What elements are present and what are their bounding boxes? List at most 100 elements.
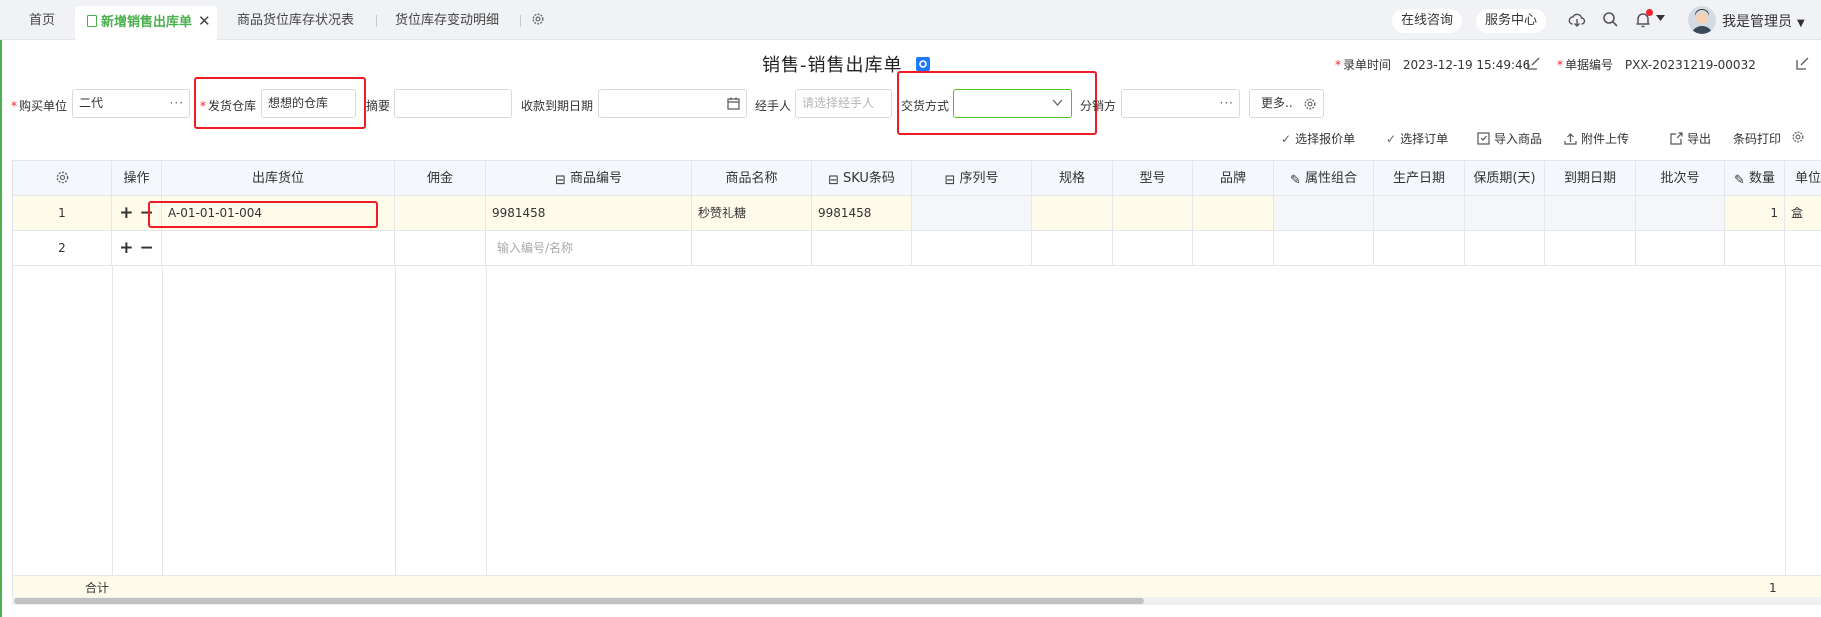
- more-dots-icon[interactable]: ···: [1220, 90, 1234, 117]
- due-date-input[interactable]: [598, 89, 747, 118]
- select-quote-button[interactable]: ✓ 选择报价单: [1281, 130, 1355, 147]
- cloud-download-icon[interactable]: [1568, 11, 1586, 29]
- close-icon[interactable]: ✕: [198, 12, 211, 30]
- goods-table: 操作 出库货位 佣金 ⊟ 商品编号 商品名称 ⊟ SKU条码 ⊟ 序列号 规格 型号 …: [12, 160, 1821, 598]
- serial-cell[interactable]: [912, 196, 1032, 230]
- table-row[interactable]: 2 + − 输入编号/名称: [13, 231, 1821, 266]
- commission-cell[interactable]: [395, 196, 486, 230]
- attr-cell[interactable]: [1274, 196, 1374, 230]
- brand-cell[interactable]: [1193, 231, 1274, 265]
- column-header: ⊟ 商品编号: [486, 161, 692, 196]
- edit-icon[interactable]: [1527, 57, 1540, 70]
- tab-location-stock-status[interactable]: 商品货位库存状况表: [237, 0, 354, 40]
- more-button[interactable]: 更多..: [1249, 89, 1324, 118]
- batch-cell[interactable]: [1636, 196, 1725, 230]
- buyer-label: * 购买单位: [11, 99, 68, 113]
- select-order-button[interactable]: ✓ 选择订单: [1386, 130, 1448, 147]
- sku-cell[interactable]: 9981458: [812, 196, 912, 230]
- edit-icon: ✎: [1290, 173, 1301, 188]
- model-cell[interactable]: [1113, 231, 1193, 265]
- add-row-button[interactable]: +: [119, 203, 133, 223]
- column-header: 规格: [1032, 161, 1113, 196]
- left-accent-bar: [0, 40, 2, 617]
- scan-icon: ⊟: [555, 173, 566, 188]
- username[interactable]: 我是管理员 ▼: [1722, 11, 1805, 31]
- total-qty: 1: [1769, 581, 1777, 595]
- prod-date-cell[interactable]: [1374, 231, 1465, 265]
- column-settings[interactable]: [13, 161, 112, 196]
- batch-cell[interactable]: [1636, 231, 1725, 265]
- horizontal-scrollbar[interactable]: [12, 597, 1821, 605]
- service-center-button[interactable]: 服务中心: [1476, 9, 1547, 33]
- column-header: 品牌: [1193, 161, 1274, 196]
- tab-label: 新增销售出库单: [101, 15, 193, 30]
- avatar[interactable]: [1688, 6, 1716, 34]
- qty-cell[interactable]: [1725, 231, 1785, 265]
- location-cell[interactable]: [162, 231, 395, 265]
- import-goods-button[interactable]: 导入商品: [1477, 130, 1542, 147]
- column-divider: [112, 266, 113, 575]
- column-header: ✎ 属性组合: [1274, 161, 1374, 196]
- online-consult-button[interactable]: 在线咨询: [1392, 9, 1463, 33]
- name-cell[interactable]: [692, 231, 812, 265]
- column-header: 出库货位: [162, 161, 395, 196]
- spec-cell[interactable]: [1032, 231, 1113, 265]
- caret-down-icon[interactable]: [1656, 15, 1665, 22]
- calendar-icon[interactable]: [727, 97, 740, 110]
- due-date-label: 收款到期日期: [521, 99, 594, 113]
- scrollbar-thumb[interactable]: [14, 598, 1144, 604]
- highlight-box-delivery: [897, 71, 1097, 135]
- top-tab-bar: 首页 新增销售出库单 ✕ 商品货位库存状况表 货位库存变动明细 在线咨询 服务中心…: [0, 0, 1821, 40]
- model-cell[interactable]: [1113, 196, 1193, 230]
- tab-location-stock-changes[interactable]: 货位库存变动明细: [395, 0, 499, 40]
- handler-label: 经手人: [755, 99, 792, 113]
- barcode-print-button[interactable]: 条码打印: [1733, 130, 1781, 147]
- row-number: 2: [13, 231, 112, 265]
- qty-cell[interactable]: 1: [1725, 196, 1785, 230]
- unit-cell[interactable]: 盒: [1785, 196, 1821, 230]
- expiry-cell[interactable]: [1545, 196, 1636, 230]
- attr-cell[interactable]: [1274, 231, 1374, 265]
- name-cell[interactable]: 秒赞礼糖: [692, 196, 812, 230]
- prod-date-cell[interactable]: [1374, 196, 1465, 230]
- spec-cell[interactable]: [1032, 196, 1113, 230]
- user-avatar-icon: [1692, 9, 1712, 34]
- remove-row-button[interactable]: −: [139, 238, 153, 258]
- shelf-life-cell[interactable]: [1465, 231, 1545, 265]
- export-button[interactable]: 导出: [1670, 130, 1711, 147]
- column-divider: [395, 266, 396, 575]
- distributor-field[interactable]: ···: [1121, 89, 1240, 118]
- brand-cell[interactable]: [1193, 196, 1274, 230]
- gear-icon[interactable]: [1791, 130, 1805, 144]
- handler-field[interactable]: 请选择经手人: [795, 89, 892, 118]
- unit-cell[interactable]: [1785, 231, 1821, 265]
- code-input[interactable]: 输入编号/名称: [486, 231, 692, 265]
- column-header: 到期日期: [1545, 161, 1636, 196]
- settings-badge-icon[interactable]: [916, 57, 930, 71]
- export-icon: [1670, 132, 1683, 145]
- tab-separator: [520, 15, 521, 27]
- column-header: ⊟ SKU条码: [812, 161, 912, 196]
- summary-input[interactable]: [394, 89, 512, 118]
- buyer-field[interactable]: 二代 ···: [72, 89, 190, 118]
- more-dots-icon[interactable]: ···: [170, 90, 184, 117]
- gear-icon[interactable]: [55, 170, 70, 185]
- search-icon[interactable]: [1602, 11, 1619, 28]
- scan-icon: ⊟: [944, 173, 956, 188]
- column-header: 生产日期: [1374, 161, 1465, 196]
- expiry-cell[interactable]: [1545, 231, 1636, 265]
- shelf-life-cell[interactable]: [1465, 196, 1545, 230]
- sku-cell[interactable]: [812, 231, 912, 265]
- tab-new-sales-outbound[interactable]: 新增销售出库单 ✕: [75, 6, 217, 40]
- tab-home[interactable]: 首页: [29, 0, 55, 40]
- serial-cell[interactable]: [912, 231, 1032, 265]
- column-header: 保质期(天): [1465, 161, 1545, 196]
- gear-icon[interactable]: [531, 12, 545, 26]
- gear-icon[interactable]: [1303, 97, 1317, 111]
- column-header: ⊟ 序列号: [912, 161, 1032, 196]
- commission-cell[interactable]: [395, 231, 486, 265]
- upload-attachment-button[interactable]: 附件上传: [1564, 130, 1629, 147]
- edit-icon[interactable]: [1796, 57, 1809, 70]
- code-cell[interactable]: 9981458: [486, 196, 692, 230]
- add-row-button[interactable]: +: [119, 238, 133, 258]
